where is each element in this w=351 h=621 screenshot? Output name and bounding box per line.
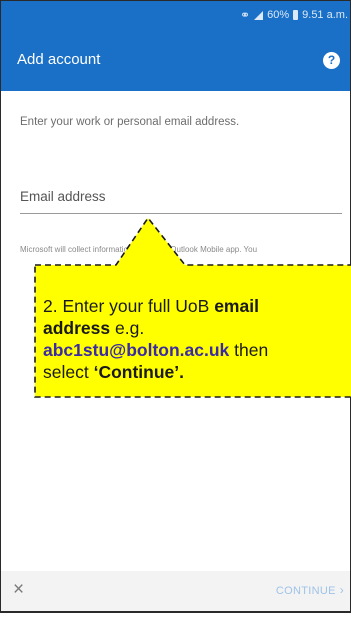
bottom-bar: × CONTINUE › [1, 571, 350, 611]
signal-icon [254, 10, 264, 20]
help-icon[interactable]: ? [323, 52, 340, 69]
status-indicators: ⚭ 60% 9.51 a.m. [240, 8, 348, 22]
callout-line-2: address e.g. [43, 318, 145, 338]
battery-icon [293, 10, 299, 20]
chevron-right-icon: › [339, 583, 344, 597]
callout-line-4: select ‘Continue’. [43, 362, 184, 382]
page-title: Add account [17, 51, 101, 68]
callout-text: 2. Enter your full UoB email address e.g… [43, 295, 351, 383]
email-field[interactable] [20, 179, 342, 214]
status-bar: ⚭ 60% 9.51 a.m. [1, 1, 350, 29]
callout-line-3: abc1stu@bolton.ac.uk then [43, 340, 269, 360]
status-time: 9.51 a.m. [302, 9, 348, 21]
close-icon[interactable]: × [13, 579, 24, 601]
continue-label: CONTINUE [275, 585, 336, 597]
callout-line-1: 2. Enter your full UoB email [43, 296, 259, 316]
wifi-icon: ⚭ [240, 8, 251, 22]
app-bar: Add account ? [1, 29, 350, 91]
privacy-notice: Microsoft will collect information about… [20, 245, 258, 254]
instruction-text: Enter your work or personal email addres… [20, 116, 240, 128]
battery-percent: 60% [267, 9, 290, 21]
continue-button[interactable]: CONTINUE › [276, 583, 344, 597]
